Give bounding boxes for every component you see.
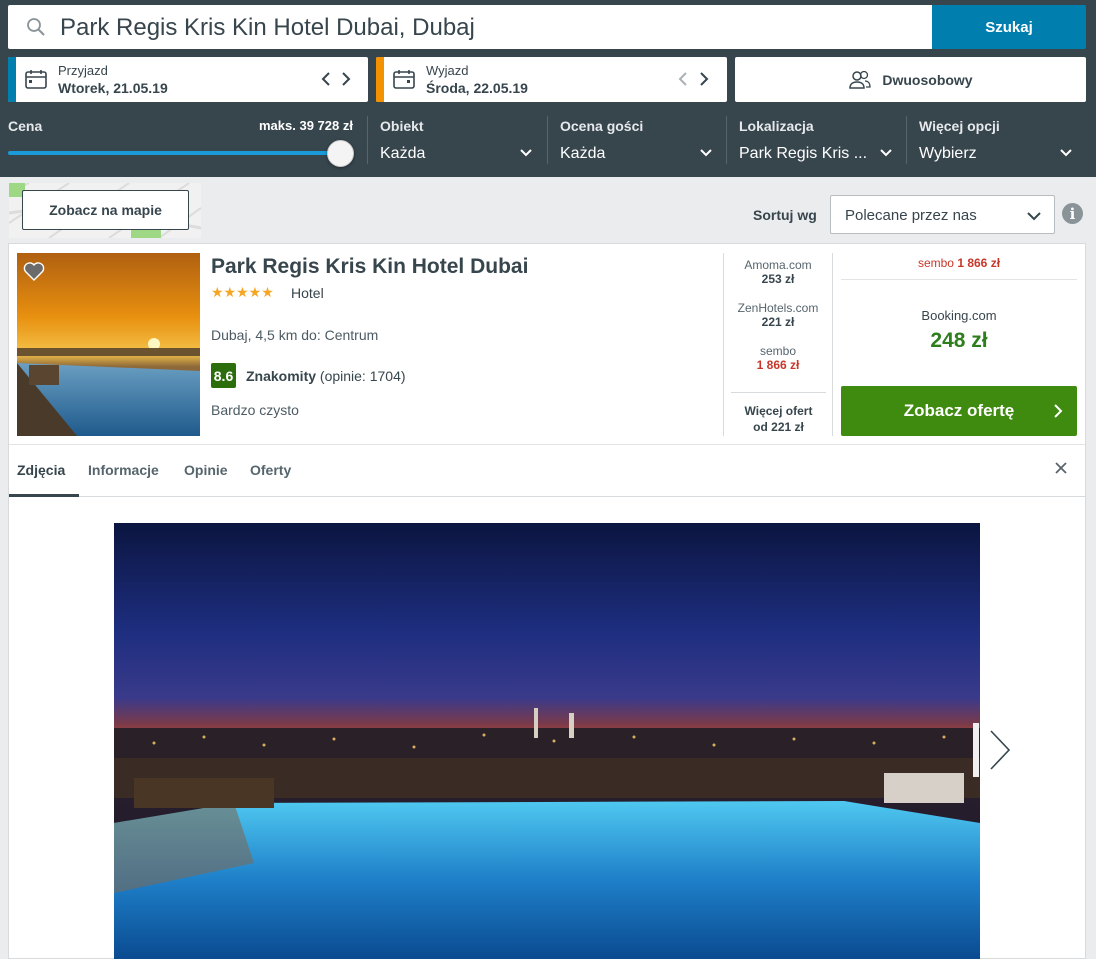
chevron-down-icon xyxy=(700,149,712,157)
top-deal-price: 1 866 zł xyxy=(957,256,1001,270)
checkin-accent xyxy=(8,57,16,102)
best-deal-price[interactable]: 248 zł xyxy=(841,329,1077,353)
rating-summary[interactable]: Znakomity (opinie: 1704) xyxy=(246,368,406,384)
gallery-photo xyxy=(114,523,980,959)
checkin-value: Wtorek, 21.05.19 xyxy=(58,80,168,96)
more-offers-line2: od 221 zł xyxy=(753,420,804,434)
chevron-down-icon xyxy=(520,149,532,157)
price-slider-track[interactable] xyxy=(8,151,338,155)
checkin-date[interactable]: Przyjazd Wtorek, 21.05.19 xyxy=(8,57,368,102)
search-query: Park Regis Kris Kin Hotel Dubai, Dubaj xyxy=(60,14,475,41)
sort-select[interactable]: Polecane przez nas xyxy=(830,195,1055,234)
info-icon[interactable]: i xyxy=(1062,203,1083,224)
more-offers-link[interactable]: Więcej ofert od 221 zł xyxy=(731,392,826,435)
more-options-filter[interactable]: Więcej opcji Wybierz xyxy=(919,112,1075,172)
chevron-right-icon xyxy=(1054,404,1063,418)
rating-score-badge: 8.6 xyxy=(211,363,236,388)
prev-day-icon[interactable] xyxy=(676,70,690,88)
search-icon xyxy=(27,18,45,36)
sort-label: Sortuj wg xyxy=(753,207,817,223)
search-input[interactable]: Park Regis Kris Kin Hotel Dubai, Dubaj xyxy=(8,5,933,49)
price-slider-handle[interactable] xyxy=(327,140,354,167)
price-filter-label: Cena xyxy=(8,118,43,134)
location-filter-value: Park Regis Kris ... xyxy=(739,145,868,162)
hotel-highlight: Bardzo czysto xyxy=(211,402,299,418)
sort-value: Polecane przez nas xyxy=(845,207,977,224)
calendar-icon xyxy=(393,70,415,89)
offer-provider: Amoma.com xyxy=(744,258,812,272)
offer-item[interactable]: sembo 1 866 zł xyxy=(724,344,832,387)
close-icon[interactable] xyxy=(1054,461,1068,475)
calendar-icon xyxy=(25,70,47,89)
more-options-label: Więcej opcji xyxy=(919,118,1000,134)
divider xyxy=(547,116,548,164)
divider xyxy=(367,116,368,164)
rating-filter-label: Ocena gości xyxy=(560,118,644,134)
divider xyxy=(9,496,1085,497)
hotel-location[interactable]: Dubaj, 4,5 km do: Centrum xyxy=(211,327,378,343)
location-filter[interactable]: Lokalizacja Park Regis Kris ... xyxy=(739,112,895,172)
checkout-label: Wyjazd xyxy=(426,63,469,78)
tab-photos[interactable]: Zdjęcia xyxy=(17,462,65,478)
top-deal[interactable]: sembo 1 866 zł xyxy=(841,256,1077,270)
location-filter-label: Lokalizacja xyxy=(739,118,814,134)
tab-info[interactable]: Informacje xyxy=(88,462,159,478)
alternative-offers: Amoma.com 253 zł ZenHotels.com 221 zł se… xyxy=(724,258,832,387)
property-filter[interactable]: Obiekt Każda xyxy=(380,112,535,172)
more-options-value: Wybierz xyxy=(919,145,977,162)
chevron-down-icon xyxy=(1027,212,1041,221)
divider xyxy=(9,444,1085,445)
room-type-value: Dwuosobowy xyxy=(882,71,973,88)
offer-item[interactable]: Amoma.com 253 zł xyxy=(724,258,832,301)
rating-word: Znakomity xyxy=(246,368,317,384)
active-tab-indicator xyxy=(9,494,79,497)
chevron-down-icon xyxy=(880,149,892,157)
guests-icon xyxy=(849,70,872,89)
divider xyxy=(726,116,727,164)
rating-filter[interactable]: Ocena gości Każda xyxy=(560,112,715,172)
rating-filter-value: Każda xyxy=(560,145,606,162)
review-count: (opinie: 1704) xyxy=(319,368,406,384)
offer-provider: ZenHotels.com xyxy=(737,301,819,315)
more-offers-line1: Więcej ofert xyxy=(744,404,813,418)
show-map-button[interactable]: Zobacz na mapie xyxy=(22,190,189,230)
chevron-down-icon xyxy=(1060,149,1072,157)
best-deal-provider: Booking.com xyxy=(921,308,997,323)
next-day-icon[interactable] xyxy=(697,70,711,88)
chevron-right-icon[interactable] xyxy=(973,723,1013,777)
offer-provider: sembo xyxy=(759,344,797,358)
hotel-result-card: Park Regis Kris Kin Hotel Dubai ★★★★★ Ho… xyxy=(8,243,1086,959)
hotel-type: Hotel xyxy=(291,285,324,301)
view-deal-button[interactable]: Zobacz ofertę xyxy=(841,386,1077,436)
offer-price: 253 zł xyxy=(761,272,795,286)
offer-price: 1 866 zł xyxy=(756,358,800,372)
photo-gallery[interactable] xyxy=(114,523,980,959)
divider xyxy=(841,279,1077,280)
tab-offers[interactable]: Oferty xyxy=(250,462,291,478)
price-max-value: maks. 39 728 zł xyxy=(259,118,353,133)
view-deal-label: Zobacz ofertę xyxy=(903,401,1015,420)
top-deal-provider: sembo xyxy=(917,256,954,270)
hotel-name[interactable]: Park Regis Kris Kin Hotel Dubai xyxy=(211,255,528,279)
room-type-selector[interactable]: Dwuosobowy xyxy=(735,57,1086,102)
star-rating-icon: ★★★★★ xyxy=(211,284,274,300)
offer-item[interactable]: ZenHotels.com 221 zł xyxy=(724,301,832,344)
checkout-value: Środa, 22.05.19 xyxy=(426,80,528,96)
property-filter-label: Obiekt xyxy=(380,118,424,134)
checkout-date[interactable]: Wyjazd Środa, 22.05.19 xyxy=(376,57,727,102)
offer-price: 221 zł xyxy=(761,315,795,329)
favorite-heart-icon[interactable] xyxy=(23,261,45,281)
search-button[interactable]: Szukaj xyxy=(932,5,1086,49)
checkin-label: Przyjazd xyxy=(58,63,108,78)
prev-day-icon[interactable] xyxy=(319,70,333,88)
divider xyxy=(906,116,907,164)
checkout-accent xyxy=(376,57,384,102)
property-filter-value: Każda xyxy=(380,145,426,162)
tab-reviews[interactable]: Opinie xyxy=(184,462,228,478)
next-day-icon[interactable] xyxy=(339,70,353,88)
divider xyxy=(832,253,833,436)
